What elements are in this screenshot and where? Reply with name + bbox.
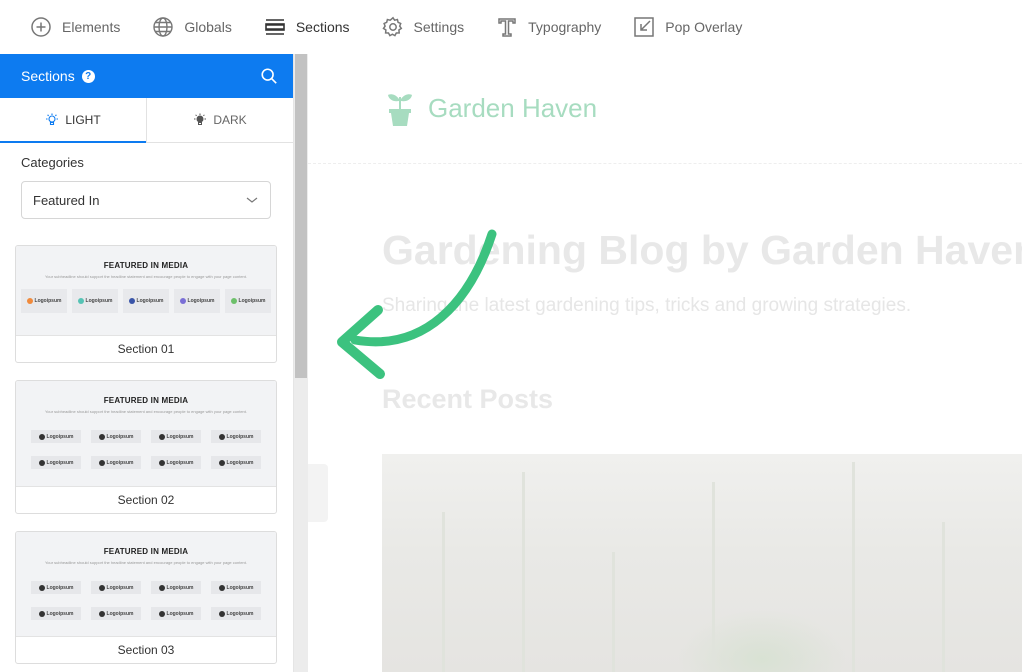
logo-chip: Logoipsum — [72, 289, 118, 313]
categories-label: Categories — [21, 155, 84, 170]
site-header: Garden Haven — [308, 54, 1022, 164]
toolbar-sections-label: Sections — [295, 19, 350, 35]
logo-chip: Logoipsum — [21, 289, 67, 313]
thumb-subtitle: Your subheadline should support the head… — [44, 409, 247, 414]
section-thumbnail: FEATURED IN MEDIA Your subheadline shoul… — [16, 381, 276, 486]
section-card-label: Section 03 — [16, 636, 276, 663]
logo-row: Logoipsum Logoipsum Logoipsum Logoipsum … — [16, 289, 276, 313]
logo-chip: Logoipsum — [91, 607, 141, 620]
section-card-label: Section 01 — [16, 335, 276, 362]
help-icon[interactable]: ? — [81, 69, 95, 83]
logo-chip: Logoipsum — [91, 456, 141, 469]
scrollbar-thumb[interactable] — [295, 54, 307, 378]
logo-grid: Logoipsum Logoipsum Logoipsum Logoipsum … — [16, 430, 276, 486]
thumb-title: FEATURED IN MEDIA — [103, 261, 189, 270]
plant-logo-icon — [388, 93, 412, 126]
brand-name: Garden Haven — [428, 93, 598, 123]
logo-chip: Logoipsum — [174, 289, 220, 313]
logo-chip: Logoipsum — [151, 456, 201, 469]
panel-scrollbar[interactable] — [294, 54, 308, 672]
recent-posts-heading: Recent Posts — [382, 384, 554, 414]
thumb-subtitle: Your subheadline should support the head… — [44, 560, 247, 565]
toolbar-pop-overlay-label: Pop Overlay — [665, 19, 743, 35]
dark-bulb-icon — [194, 113, 207, 125]
logo-chip: Logoipsum — [151, 607, 201, 620]
toolbar-elements-label: Elements — [62, 19, 121, 35]
thumb-title: FEATURED IN MEDIA — [103, 547, 189, 556]
tab-dark[interactable]: DARK — [146, 98, 293, 142]
panel-collapse-handle[interactable] — [308, 464, 328, 522]
panel-header: Sections ? — [0, 54, 293, 98]
logo-chip: Logoipsum — [123, 289, 169, 313]
logo-grid: Logoipsum Logoipsum Logoipsum Logoipsum … — [16, 581, 276, 637]
logo-chip: Logoipsum — [31, 456, 81, 469]
theme-tabs: LIGHT DARK — [0, 98, 293, 143]
chevron-down-icon — [246, 197, 258, 203]
section-card-03[interactable]: FEATURED IN MEDIA Your subheadline shoul… — [15, 531, 277, 664]
toolbar-globals-label: Globals — [184, 19, 232, 35]
category-select-value: Featured In — [33, 192, 100, 208]
logo-chip: Logoipsum — [151, 581, 201, 594]
toolbar-settings[interactable]: Settings — [381, 0, 465, 54]
sections-panel: Sections ? LIGHT DARK Categories Feature… — [0, 54, 294, 672]
logo-chip: Logoipsum — [211, 430, 261, 443]
category-select[interactable]: Featured In — [21, 181, 271, 219]
section-card-01[interactable]: FEATURED IN MEDIA Your subheadline shoul… — [15, 245, 277, 363]
section-card-label: Section 02 — [16, 486, 276, 513]
light-bulb-icon — [46, 113, 59, 126]
globe-icon — [153, 17, 174, 37]
logo-chip: Logoipsum — [225, 289, 271, 313]
logo-chip: Logoipsum — [31, 430, 81, 443]
logo-chip: Logoipsum — [31, 581, 81, 594]
section-card-02[interactable]: FEATURED IN MEDIA Your subheadline shoul… — [15, 380, 277, 514]
toolbar-elements[interactable]: Elements — [30, 0, 120, 54]
section-thumbnail: FEATURED IN MEDIA Your subheadline shoul… — [16, 246, 276, 335]
site-brand[interactable]: Garden Haven — [384, 91, 597, 127]
toolbar-sections[interactable]: Sections — [264, 0, 350, 54]
toolbar-typography-label: Typography — [528, 19, 602, 35]
logo-chip: Logoipsum — [91, 430, 141, 443]
search-icon[interactable] — [259, 66, 279, 86]
tab-light-label: LIGHT — [65, 113, 101, 127]
gear-icon — [381, 16, 402, 37]
thumb-subtitle: Your subheadline should support the head… — [44, 274, 247, 279]
typography-icon — [498, 18, 516, 37]
logo-chip: Logoipsum — [211, 456, 261, 469]
section-thumbnail: FEATURED IN MEDIA Your subheadline shoul… — [16, 532, 276, 636]
toolbar-typography[interactable]: Typography — [496, 0, 601, 54]
logo-chip: Logoipsum — [31, 607, 81, 620]
tab-dark-label: DARK — [213, 113, 247, 127]
tab-light[interactable]: LIGHT — [0, 98, 146, 143]
logo-chip: Logoipsum — [211, 607, 261, 620]
top-toolbar: Elements Globals Sections Settings Typog… — [0, 0, 1022, 54]
thumb-title: FEATURED IN MEDIA — [103, 396, 189, 405]
panel-title: Sections — [21, 68, 75, 84]
toolbar-pop-overlay[interactable]: Pop Overlay — [633, 0, 742, 54]
sections-icon — [265, 19, 285, 35]
logo-chip: Logoipsum — [151, 430, 201, 443]
plus-circle-icon — [31, 17, 51, 37]
logo-chip: Logoipsum — [211, 581, 261, 594]
toolbar-globals[interactable]: Globals — [152, 0, 232, 54]
logo-chip: Logoipsum — [91, 581, 141, 594]
section-list: FEATURED IN MEDIA Your subheadline shoul… — [0, 245, 293, 664]
toolbar-settings-label: Settings — [413, 19, 465, 35]
annotation-arrow-icon — [337, 229, 497, 379]
pop-overlay-icon — [634, 17, 655, 37]
post-image[interactable] — [382, 454, 1022, 672]
